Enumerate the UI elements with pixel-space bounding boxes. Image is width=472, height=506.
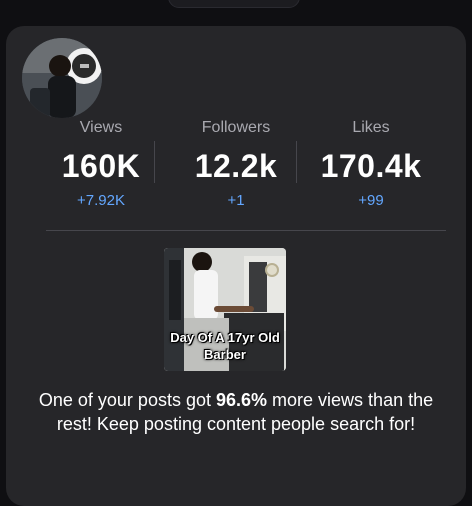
- stat-divider: [154, 141, 155, 183]
- stat-label: Likes: [352, 119, 390, 136]
- stat-label: Followers: [201, 119, 271, 136]
- insights-card: Views 160K +7.92K Followers 12.2k +1 Lik…: [6, 26, 466, 506]
- stat-delta: +7.92K: [77, 192, 125, 209]
- section-divider: [46, 230, 446, 231]
- message-text: One of your posts got: [38, 390, 216, 410]
- stat-delta: +1: [227, 192, 245, 209]
- stat-delta: +99: [358, 192, 384, 209]
- stat-value: 170.4k: [320, 148, 422, 184]
- stat-followers: Followers 12.2k +1: [161, 118, 311, 210]
- top-handle: [168, 0, 300, 8]
- post-caption-line: Day Of A 17yr Old: [170, 330, 280, 345]
- stats-row: Views 160K +7.92K Followers 12.2k +1 Lik…: [6, 118, 466, 218]
- stat-label: Views: [79, 119, 123, 136]
- insight-message: One of your posts got 96.6% more views t…: [20, 388, 452, 436]
- post-caption: Day Of A 17yr Old Barber: [164, 329, 286, 363]
- stat-value: 12.2k: [194, 148, 278, 184]
- post-thumbnail[interactable]: Day Of A 17yr Old Barber: [164, 248, 286, 371]
- post-caption-line: Barber: [204, 347, 246, 362]
- avatar[interactable]: [22, 38, 102, 118]
- avatar-image: [22, 38, 102, 118]
- message-highlight: 96.6%: [215, 390, 268, 410]
- stat-likes: Likes 170.4k +99: [296, 118, 446, 210]
- stat-divider: [296, 141, 297, 183]
